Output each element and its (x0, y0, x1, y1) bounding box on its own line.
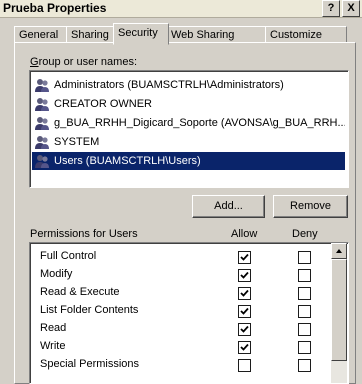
user-name: Users (BUAMSCTRLH\Users) (54, 155, 201, 167)
remove-button-label: Remove (290, 200, 331, 212)
allow-checkbox[interactable] (238, 251, 251, 264)
user-group-icon (35, 98, 49, 111)
deny-checkbox[interactable] (298, 287, 311, 300)
allow-checkbox[interactable] (238, 341, 251, 354)
permission-row: Special Permissions (30, 356, 330, 374)
user-name: CREATOR OWNER (54, 98, 152, 110)
deny-checkbox[interactable] (298, 269, 311, 282)
permission-name: Special Permissions (40, 358, 140, 370)
permissions-title: Permissions for Users (30, 228, 138, 240)
permission-name: Read (40, 322, 67, 334)
permissions-scrollbar[interactable] (331, 243, 347, 383)
permission-row: List Folder Contents (30, 302, 330, 320)
tab-security[interactable]: Security (113, 23, 169, 45)
deny-checkbox[interactable] (298, 305, 311, 318)
deny-checkbox[interactable] (298, 323, 311, 336)
permission-name: Modify (40, 268, 73, 280)
user-group-icon (35, 117, 49, 130)
background-window-edge (0, 18, 5, 374)
scroll-up-button[interactable] (331, 243, 347, 259)
user-list-item[interactable]: SYSTEM (32, 133, 345, 151)
add-button-label: Add... (214, 200, 243, 212)
users-list-label: Group or user names: (30, 56, 137, 68)
deny-checkbox[interactable] (298, 359, 311, 372)
users-list-label-text: roup or user names: (38, 56, 137, 68)
deny-checkbox[interactable] (298, 341, 311, 354)
arrow-up-icon (336, 249, 342, 253)
permission-name: Full Control (40, 250, 97, 262)
permission-name: Read & Execute (40, 286, 120, 298)
help-button[interactable]: ? (322, 0, 340, 17)
users-listbox[interactable]: Administrators (BUAMSCTRLH\Administrator… (29, 70, 349, 188)
user-name: Administrators (BUAMSCTRLH\Administrator… (54, 79, 284, 91)
remove-button[interactable]: Remove (273, 195, 348, 218)
permission-row: Write (30, 338, 330, 356)
scroll-thumb[interactable] (331, 259, 347, 361)
permissions-list: Full Control Modify Read & Execute List Fol… (29, 242, 349, 384)
permission-row: Modify (30, 266, 330, 284)
user-list-item[interactable]: g_BUA_RRHH_Digicard_Soporte (AVONSA\g_BU… (32, 114, 345, 132)
close-button[interactable]: X (342, 0, 360, 17)
user-group-icon (35, 79, 49, 92)
user-list-item[interactable]: CREATOR OWNER (32, 95, 345, 113)
deny-checkbox[interactable] (298, 251, 311, 264)
user-name: g_BUA_RRHH_Digicard_Soporte (AVONSA\g_BU… (54, 117, 345, 129)
allow-checkbox[interactable] (238, 359, 251, 372)
allow-column-header: Allow (231, 228, 258, 240)
user-list-item[interactable]: Users (BUAMSCTRLH\Users) (32, 152, 345, 170)
window-title: Prueba Properties (3, 1, 107, 15)
allow-checkbox[interactable] (238, 269, 251, 282)
permission-row: Read & Execute (30, 284, 330, 302)
user-group-icon (35, 155, 49, 168)
allow-checkbox[interactable] (238, 287, 251, 300)
title-bar: Prueba Properties ? X (0, 0, 362, 18)
user-group-icon (35, 136, 49, 149)
permission-row: Full Control (30, 248, 330, 266)
permission-name: Write (40, 340, 66, 352)
allow-checkbox[interactable] (238, 305, 251, 318)
add-button[interactable]: Add... (192, 195, 265, 218)
deny-column-header: Deny (292, 228, 318, 240)
user-name: SYSTEM (54, 136, 100, 148)
user-list-item[interactable]: Administrators (BUAMSCTRLH\Administrator… (32, 76, 345, 94)
permission-name: List Folder Contents (40, 304, 139, 316)
allow-checkbox[interactable] (238, 323, 251, 336)
permission-row: Read (30, 320, 330, 338)
